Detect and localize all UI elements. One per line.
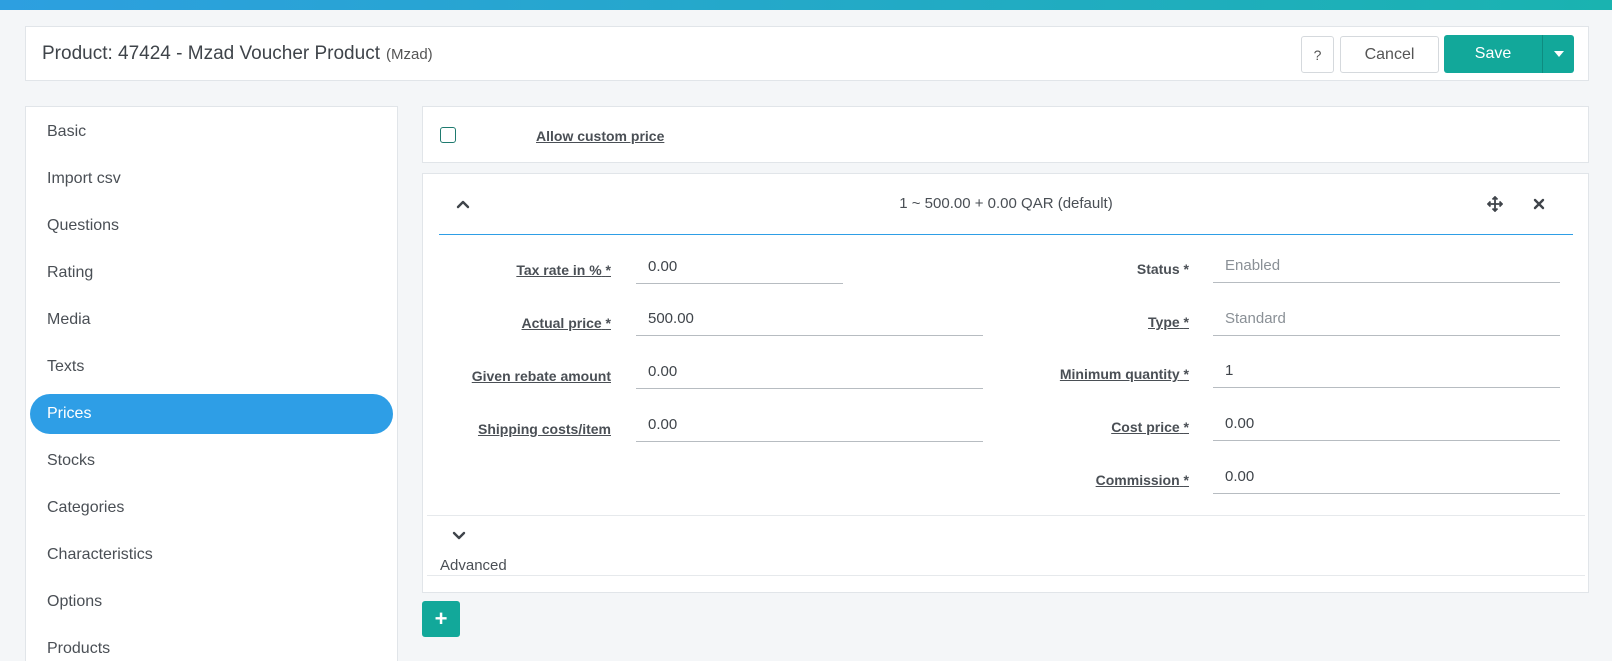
product-subtitle: (Mzad): [385, 46, 433, 63]
move-icon[interactable]: [1484, 193, 1506, 215]
status-label: Status *: [1136, 261, 1189, 277]
shipping-costs-input[interactable]: 0.00: [636, 408, 983, 442]
sidebar-item-characteristics[interactable]: Characteristics: [30, 535, 393, 575]
sidebar-item-basic[interactable]: Basic: [30, 112, 393, 152]
cost-price-label: Cost price *: [1111, 419, 1189, 435]
tax-rate-label: Tax rate in % *: [516, 262, 611, 278]
sidebar-item-texts[interactable]: Texts: [30, 347, 393, 387]
top-accent-bar: [0, 0, 1612, 10]
sidebar-item-import-csv[interactable]: Import csv: [30, 159, 393, 199]
sidebar-item-categories[interactable]: Categories: [30, 488, 393, 528]
caret-down-icon: [1553, 51, 1564, 57]
minimum-quantity-input[interactable]: 1: [1213, 354, 1560, 388]
close-icon[interactable]: [1528, 193, 1550, 215]
save-options-button[interactable]: [1542, 35, 1574, 73]
cancel-button[interactable]: Cancel: [1340, 36, 1439, 73]
tax-rate-input[interactable]: 0.00: [636, 250, 843, 284]
price-tier-header[interactable]: 1 ~ 500.00 + 0.00 QAR (default): [439, 174, 1573, 235]
actual-price-input[interactable]: 500.00: [636, 302, 983, 336]
product-title: Product: 47424 - Mzad Voucher Product: [42, 43, 380, 64]
commission-input[interactable]: 0.00: [1213, 460, 1560, 494]
sidebar-item-media[interactable]: Media: [30, 300, 393, 340]
minimum-quantity-label: Minimum quantity *: [1059, 366, 1189, 382]
custom-price-panel: Allow custom price: [422, 106, 1589, 163]
sidebar: Basic Import csv Questions Rating Media …: [25, 106, 398, 661]
advanced-toggle[interactable]: Advanced: [440, 557, 507, 574]
sidebar-item-products[interactable]: Products: [30, 629, 393, 661]
add-price-button[interactable]: +: [422, 601, 460, 637]
page-title: Product: 47424 - Mzad Voucher Product (Mz…: [42, 43, 433, 65]
sidebar-item-prices[interactable]: Prices: [30, 394, 393, 434]
allow-custom-price-label[interactable]: Allow custom price: [536, 128, 664, 144]
page-header: Product: 47424 - Mzad Voucher Product (Mz…: [25, 26, 1589, 81]
help-button[interactable]: ?: [1301, 36, 1334, 73]
sidebar-item-questions[interactable]: Questions: [30, 206, 393, 246]
price-tier-panel: 1 ~ 500.00 + 0.00 QAR (default) Tax rate…: [422, 173, 1589, 593]
sidebar-item-rating[interactable]: Rating: [30, 253, 393, 293]
price-tier-summary: 1 ~ 500.00 + 0.00 QAR (default): [899, 195, 1113, 212]
type-label: Type *: [1148, 314, 1189, 330]
actual-price-label: Actual price *: [521, 315, 611, 331]
type-select[interactable]: Standard: [1213, 302, 1560, 336]
given-rebate-amount-label: Given rebate amount: [471, 368, 611, 384]
advanced-divider: [427, 515, 1585, 516]
shipping-costs-label: Shipping costs/item: [477, 421, 611, 437]
sidebar-item-options[interactable]: Options: [30, 582, 393, 622]
cost-price-input[interactable]: 0.00: [1213, 407, 1560, 441]
allow-custom-price-checkbox[interactable]: [440, 127, 456, 143]
status-select[interactable]: Enabled: [1213, 249, 1560, 283]
sidebar-item-stocks[interactable]: Stocks: [30, 441, 393, 481]
commission-label: Commission *: [1095, 472, 1189, 488]
chevron-down-icon[interactable]: [449, 526, 469, 546]
advanced-bottom-divider: [427, 575, 1585, 576]
save-button[interactable]: Save: [1444, 35, 1542, 73]
given-rebate-amount-input[interactable]: 0.00: [636, 355, 983, 389]
